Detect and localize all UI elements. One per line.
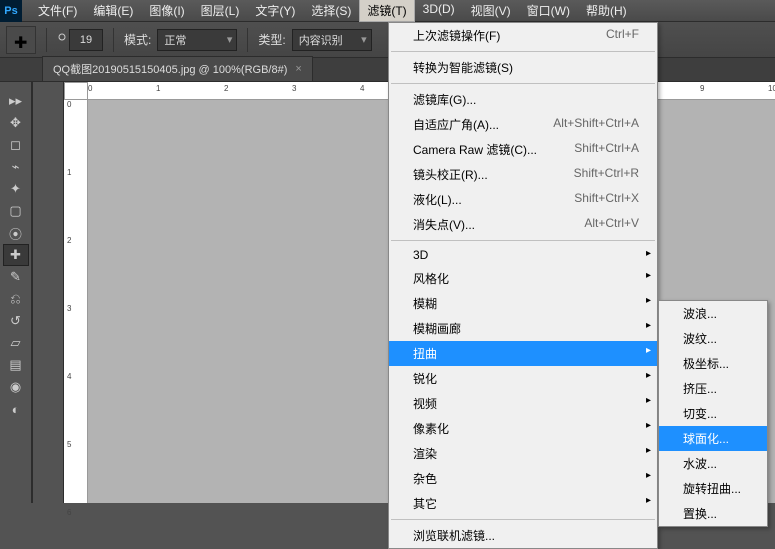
- blur-tool[interactable]: ◉: [3, 376, 29, 398]
- distort-item[interactable]: 极坐标...: [659, 351, 767, 376]
- ps-logo-icon: Ps: [0, 0, 22, 22]
- eyedropper-tool[interactable]: ⦿: [3, 222, 29, 244]
- crop-tool[interactable]: ▢: [3, 200, 29, 222]
- document-title: QQ截图20190515150405.jpg @ 100%(RGB/8#): [53, 61, 287, 77]
- filter-item[interactable]: 转换为智能滤镜(S): [389, 55, 657, 80]
- filter-item[interactable]: 锐化: [389, 366, 657, 391]
- filter-item[interactable]: 3D: [389, 244, 657, 266]
- menu-separator: [391, 519, 655, 520]
- filter-menu: 上次滤镜操作(F)Ctrl+F 转换为智能滤镜(S) 滤镜库(G)...自适应广角(…: [388, 22, 658, 549]
- filter-item[interactable]: 自适应广角(A)...Alt+Shift+Ctrl+A: [389, 112, 657, 137]
- tab-toggle-icon[interactable]: ▸▸: [3, 90, 29, 112]
- menu-4[interactable]: 文字(Y): [247, 0, 303, 22]
- filter-item[interactable]: 像素化: [389, 416, 657, 441]
- filter-item[interactable]: 液化(L)...Shift+Ctrl+X: [389, 187, 657, 212]
- menu-7[interactable]: 3D(D): [415, 0, 463, 22]
- healing-brush-tool[interactable]: ✚: [3, 244, 29, 266]
- filter-item[interactable]: 镜头校正(R)...Shift+Ctrl+R: [389, 162, 657, 187]
- filter-item[interactable]: 滤镜库(G)...: [389, 87, 657, 112]
- menu-0[interactable]: 文件(F): [30, 0, 85, 22]
- eraser-tool[interactable]: ▱: [3, 332, 29, 354]
- menu-separator: [391, 240, 655, 241]
- filter-item[interactable]: Camera Raw 滤镜(C)...Shift+Ctrl+A: [389, 137, 657, 162]
- brush-preview-icon: [57, 29, 67, 51]
- filter-item[interactable]: 浏览联机滤镜...: [389, 523, 657, 548]
- distort-item[interactable]: 波浪...: [659, 301, 767, 326]
- filter-item[interactable]: 模糊: [389, 291, 657, 316]
- menu-3[interactable]: 图层(L): [193, 0, 248, 22]
- marquee-tool[interactable]: ◻: [3, 134, 29, 156]
- close-icon[interactable]: ×: [295, 63, 301, 75]
- brush-size-field[interactable]: 19: [69, 29, 103, 51]
- brush-tool[interactable]: ✎: [3, 266, 29, 288]
- gradient-tool[interactable]: ▤: [3, 354, 29, 376]
- menu-2[interactable]: 图像(I): [141, 0, 192, 22]
- separator: [46, 28, 47, 52]
- collapsed-panel-strip: [32, 82, 64, 503]
- distort-item[interactable]: 旋转扭曲...: [659, 476, 767, 501]
- mode-label: 模式:: [124, 31, 151, 48]
- filter-item[interactable]: 风格化: [389, 266, 657, 291]
- title-bar: Ps 文件(F)编辑(E)图像(I)图层(L)文字(Y)选择(S)滤镜(T)3D…: [0, 0, 775, 22]
- mode-dropdown[interactable]: 正常: [157, 29, 237, 51]
- ruler-origin[interactable]: [64, 82, 88, 100]
- distort-item[interactable]: 切变...: [659, 401, 767, 426]
- filter-item[interactable]: 模糊画廊: [389, 316, 657, 341]
- separator: [113, 28, 114, 52]
- distort-item[interactable]: 挤压...: [659, 376, 767, 401]
- distort-item[interactable]: 波纹...: [659, 326, 767, 351]
- menu-separator: [391, 83, 655, 84]
- tools-panel: ▸▸ ✥ ◻ ⌁ ✦ ▢ ⦿ ✚ ✎ ⎌ ↺ ▱ ▤ ◉ ◐: [0, 82, 32, 503]
- menu-10[interactable]: 帮助(H): [578, 0, 635, 22]
- history-brush-tool[interactable]: ↺: [3, 310, 29, 332]
- distort-item[interactable]: 水波...: [659, 451, 767, 476]
- filter-item[interactable]: 视频: [389, 391, 657, 416]
- menu-8[interactable]: 视图(V): [463, 0, 519, 22]
- menu-9[interactable]: 窗口(W): [519, 0, 578, 22]
- menu-5[interactable]: 选择(S): [303, 0, 359, 22]
- move-tool[interactable]: ✥: [3, 112, 29, 134]
- filter-item[interactable]: 上次滤镜操作(F)Ctrl+F: [389, 23, 657, 48]
- magic-wand-tool[interactable]: ✦: [3, 178, 29, 200]
- document-tab[interactable]: QQ截图20190515150405.jpg @ 100%(RGB/8#) ×: [42, 56, 313, 81]
- menu-6[interactable]: 滤镜(T): [359, 0, 414, 22]
- menu-bar: 文件(F)编辑(E)图像(I)图层(L)文字(Y)选择(S)滤镜(T)3D(D)…: [30, 0, 635, 22]
- dodge-tool[interactable]: ◐: [3, 398, 29, 420]
- filter-item[interactable]: 杂色: [389, 466, 657, 491]
- distort-item[interactable]: 置换...: [659, 501, 767, 526]
- filter-item[interactable]: 渲染: [389, 441, 657, 466]
- distort-submenu: 波浪...波纹...极坐标...挤压...切变...球面化...水波...旋转扭…: [658, 300, 768, 527]
- type-label: 类型:: [258, 31, 285, 48]
- type-dropdown[interactable]: 内容识别: [292, 29, 372, 51]
- current-tool-preview[interactable]: ✚: [6, 26, 36, 54]
- healing-brush-icon: ✚: [14, 33, 28, 47]
- lasso-tool[interactable]: ⌁: [3, 156, 29, 178]
- filter-item[interactable]: 消失点(V)...Alt+Ctrl+V: [389, 212, 657, 237]
- distort-item[interactable]: 球面化...: [659, 426, 767, 451]
- ruler-vertical[interactable]: 0123456: [64, 100, 88, 503]
- menu-separator: [391, 51, 655, 52]
- clone-stamp-tool[interactable]: ⎌: [3, 288, 29, 310]
- filter-item[interactable]: 扭曲: [389, 341, 657, 366]
- filter-item[interactable]: 其它: [389, 491, 657, 516]
- separator: [247, 28, 248, 52]
- menu-1[interactable]: 编辑(E): [85, 0, 141, 22]
